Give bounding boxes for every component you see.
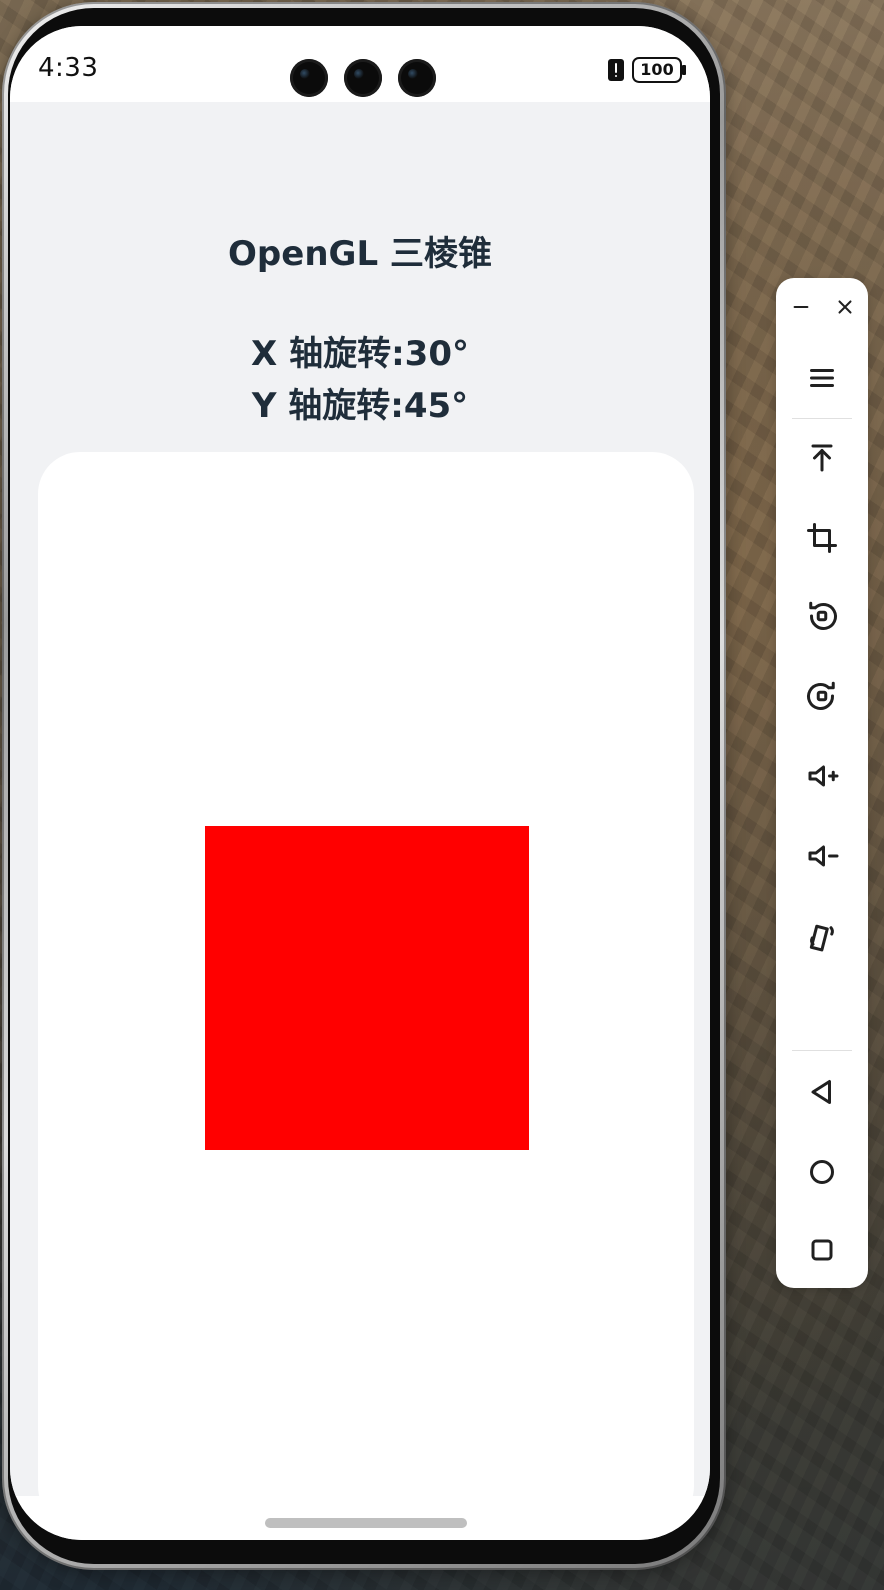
- phone-frame: 4:33 100 OpenGL 三棱锥 X 轴旋转:30° Y 轴旋转:45°: [2, 2, 726, 1570]
- close-icon: [838, 300, 852, 314]
- rotation-info: X 轴旋转:30° Y 轴旋转:45°: [10, 328, 710, 432]
- rotate-left-icon: [809, 601, 837, 630]
- crop-button[interactable]: [800, 516, 844, 560]
- emulator-toolbar: [776, 278, 868, 1288]
- close-button[interactable]: [832, 294, 858, 320]
- battery-level: 100: [640, 60, 674, 79]
- volume-up-button[interactable]: [800, 754, 844, 798]
- toolbar-divider: [792, 418, 852, 419]
- phone-screen: 4:33 100 OpenGL 三棱锥 X 轴旋转:30° Y 轴旋转:45°: [10, 26, 710, 1540]
- rotate-left-button[interactable]: [800, 594, 844, 638]
- back-button[interactable]: [800, 1070, 844, 1114]
- menu-icon: [810, 369, 834, 387]
- shake-icon: [809, 924, 834, 952]
- y-rotation-label: Y 轴旋转:45°: [251, 386, 469, 426]
- upload-button[interactable]: [800, 436, 844, 480]
- upload-icon: [811, 444, 833, 472]
- overview-icon: [811, 1239, 833, 1261]
- volume-down-icon: [808, 845, 839, 867]
- alert-icon: [608, 59, 624, 81]
- page-title: OpenGL 三棱锥: [228, 234, 492, 274]
- rotate-right-icon: [807, 681, 835, 710]
- back-icon: [811, 1080, 831, 1104]
- opengl-surface[interactable]: [38, 452, 694, 1528]
- battery-icon: 100: [632, 57, 686, 83]
- x-rotation-label: X 轴旋转:30°: [251, 334, 469, 374]
- home-icon: [810, 1160, 834, 1184]
- minimize-icon: [793, 305, 809, 309]
- front-cameras: [290, 59, 440, 99]
- status-time: 4:33: [38, 53, 99, 83]
- volume-up-icon: [808, 765, 839, 787]
- home-button[interactable]: [800, 1150, 844, 1194]
- volume-down-button[interactable]: [800, 834, 844, 878]
- camera-icon: [398, 59, 436, 97]
- menu-button[interactable]: [800, 356, 844, 400]
- app-content: OpenGL 三棱锥 X 轴旋转:30° Y 轴旋转:45°: [10, 102, 710, 1528]
- shake-button[interactable]: [800, 914, 844, 958]
- minimize-button[interactable]: [788, 294, 814, 320]
- window-controls: [776, 278, 868, 336]
- crop-icon: [807, 523, 837, 553]
- system-nav-bar: [10, 1496, 710, 1540]
- status-indicators: 100: [608, 56, 686, 84]
- home-indicator[interactable]: [265, 1518, 467, 1528]
- status-bar: 4:33 100: [10, 26, 710, 102]
- rotate-right-button[interactable]: [800, 674, 844, 718]
- overview-button[interactable]: [800, 1228, 844, 1272]
- camera-icon: [290, 59, 328, 97]
- toolbar-divider: [792, 1050, 852, 1051]
- camera-icon: [344, 59, 382, 97]
- rendered-pyramid: [205, 826, 529, 1150]
